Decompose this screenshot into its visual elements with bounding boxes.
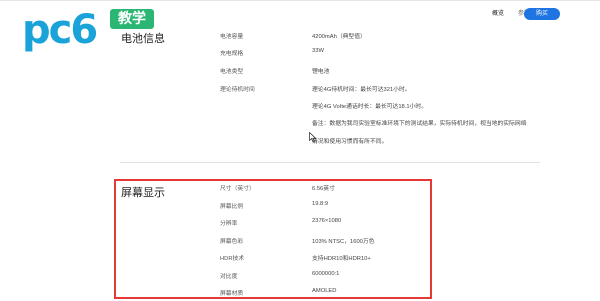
battery-label: 理论待机时间 bbox=[220, 87, 255, 93]
logo-six-text: 6 bbox=[70, 7, 98, 53]
mouse-cursor-icon bbox=[309, 132, 317, 143]
highlight-box bbox=[114, 179, 432, 299]
buy-button[interactable]: 购买 bbox=[524, 8, 560, 20]
battery-value: 4200mAh（典型值） bbox=[312, 34, 366, 40]
nav-item-overview[interactable]: 概览 bbox=[492, 8, 504, 17]
battery-value: 理论4G待机时间：最长可达321小时。 bbox=[312, 87, 411, 93]
battery-extra-line: 备注：数据为我司实验室标准环境下的测试结果，实际待机时间，视当地的实际网络 bbox=[312, 121, 527, 127]
battery-value: 锂电池 bbox=[312, 69, 330, 75]
battery-extra-line: 情况和使用习惯而有所不同。 bbox=[312, 139, 388, 145]
logo-badge: 教学 bbox=[110, 9, 154, 29]
battery-value: 33W bbox=[312, 48, 324, 54]
logo-pc-text: pc bbox=[22, 7, 72, 53]
logo-wordmark: pc6 bbox=[22, 7, 98, 53]
battery-label: 电池类型 bbox=[220, 69, 244, 75]
battery-section-title: 电池信息 bbox=[121, 33, 165, 45]
battery-extra-line: 理论4G VoIte通话时长：最长可达18.1小时。 bbox=[312, 104, 427, 110]
section-divider bbox=[120, 162, 540, 163]
battery-label: 电池容量 bbox=[220, 34, 244, 40]
top-border bbox=[0, 0, 600, 1]
battery-label: 充电规格 bbox=[220, 51, 244, 57]
